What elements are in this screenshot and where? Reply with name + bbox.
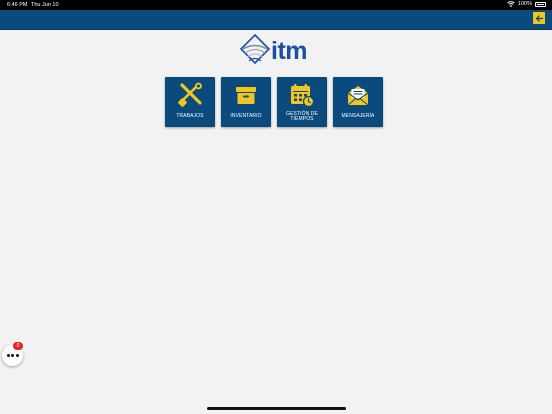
notification-badge: 0 (13, 342, 23, 350)
itm-logo: itm (238, 33, 314, 69)
battery-percent: 100% (517, 1, 532, 7)
home-indicator[interactable] (207, 407, 346, 410)
more-dots-icon (11, 354, 14, 357)
status-time: 6:46 PM (7, 2, 28, 8)
mensajeria-label: MENSAJERÍA (341, 113, 375, 120)
main-menu: TRABAJOS INVENTARIO GESTIÓN DE TIEMPOS M… (165, 77, 383, 127)
arrow-left-icon (535, 14, 543, 22)
trabajos-tile[interactable]: TRABAJOS (165, 77, 215, 127)
archive-box-icon (236, 87, 256, 104)
status-bar: 6:46 PM Thu Jun 10 100% (0, 0, 552, 10)
trabajos-label: TRABAJOS (176, 113, 204, 120)
battery-icon (535, 1, 546, 7)
inventario-label: INVENTARIO (230, 113, 262, 120)
more-dots-icon (15, 354, 19, 357)
top-navbar (0, 10, 552, 30)
status-date: Thu Jun 10 (31, 2, 59, 8)
back-button[interactable] (533, 12, 545, 24)
more-dots-icon (6, 354, 10, 357)
mail-icon (347, 86, 369, 106)
gestion-tiempos-tile[interactable]: GESTIÓN DE TIEMPOS (277, 77, 327, 127)
logo-mark-icon (239, 33, 271, 65)
wifi-icon (507, 1, 515, 7)
tools-icon (178, 82, 202, 107)
logo-text: itm (271, 37, 308, 65)
calendar-clock-icon (291, 84, 315, 108)
gestion-tiempos-label: GESTIÓN DE TIEMPOS (286, 110, 318, 122)
mensajeria-tile[interactable]: MENSAJERÍA (333, 77, 383, 127)
inventario-tile[interactable]: INVENTARIO (221, 77, 271, 127)
status-right: 100% (507, 1, 546, 7)
